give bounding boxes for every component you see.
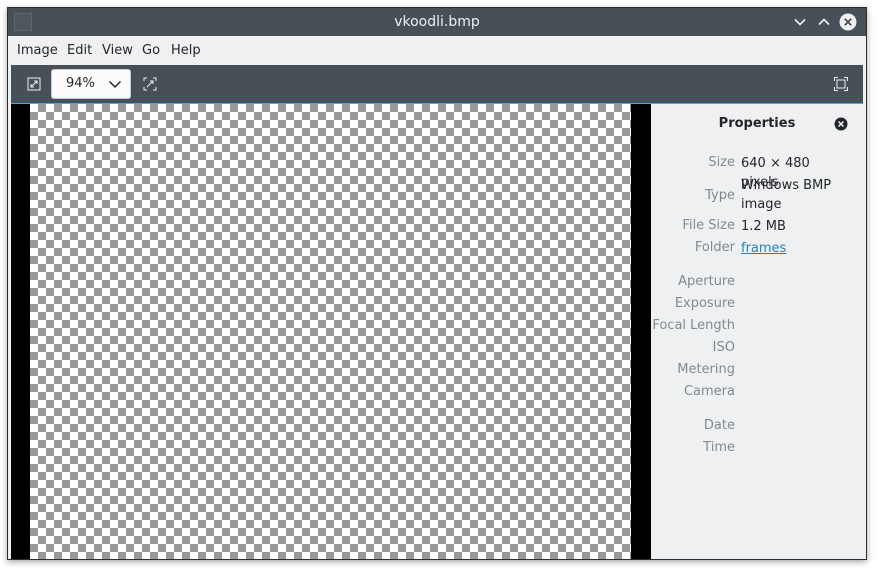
chevron-up-icon [818,18,830,26]
menu-bar: Image Edit View Go Help [8,36,866,65]
close-circle-icon [834,117,848,131]
zoom-select[interactable]: 94% [51,69,131,99]
maximize-button[interactable] [815,13,833,31]
properties-close-button[interactable] [834,117,848,131]
fullscreen-icon [834,77,848,91]
close-button[interactable] [839,13,857,31]
menu-edit[interactable]: Edit [67,36,92,65]
prop-value-folder-link[interactable]: frames [741,239,786,258]
minimize-button[interactable] [791,13,809,31]
zoom-fit-icon [27,77,41,91]
menu-view[interactable]: View [102,36,133,65]
prop-label-type: Type [705,188,735,203]
prop-label-exposure: Exposure [674,296,735,311]
prop-label-focal-length: Focal Length [652,318,735,333]
prop-value-file-size: 1.2 MB [741,219,786,234]
toolbar: 94% [11,65,863,104]
properties-title: Properties [718,116,796,131]
transparent-image-canvas[interactable] [30,104,631,559]
zoom-actual-size-button[interactable] [142,76,158,92]
prop-label-size: Size [708,155,735,170]
app-window: vkoodli.bmp Image Edit View Go Help 94% … [7,7,867,560]
prop-label-time: Time [703,440,735,455]
prop-label-aperture: Aperture [678,274,735,289]
prop-label-camera: Camera [683,384,735,399]
close-circle-icon [839,13,857,31]
properties-panel: Properties Size 640 × 480 pixels Type Wi… [651,104,863,559]
window-edge [863,104,866,559]
prop-label-folder: Folder [694,240,735,255]
menu-go[interactable]: Go [142,36,160,65]
window-title: vkoodli.bmp [394,14,480,30]
zoom-original-icon [143,77,157,91]
prop-label-file-size: File Size [682,218,735,233]
zoom-value: 94% [66,76,95,91]
menu-image[interactable]: Image [17,36,58,65]
chevron-down-icon [108,80,122,89]
prop-label-date: Date [703,418,735,433]
prop-label-metering: Metering [677,362,735,377]
prop-label-iso: ISO [712,340,735,355]
zoom-to-fit-button[interactable] [26,76,42,92]
title-bar[interactable]: vkoodli.bmp [8,8,866,36]
prop-value-type: Windows BMP image [741,178,832,212]
image-view[interactable] [11,104,651,559]
menu-help[interactable]: Help [171,36,201,65]
chevron-down-icon [794,18,806,26]
fullscreen-button[interactable] [833,76,849,92]
